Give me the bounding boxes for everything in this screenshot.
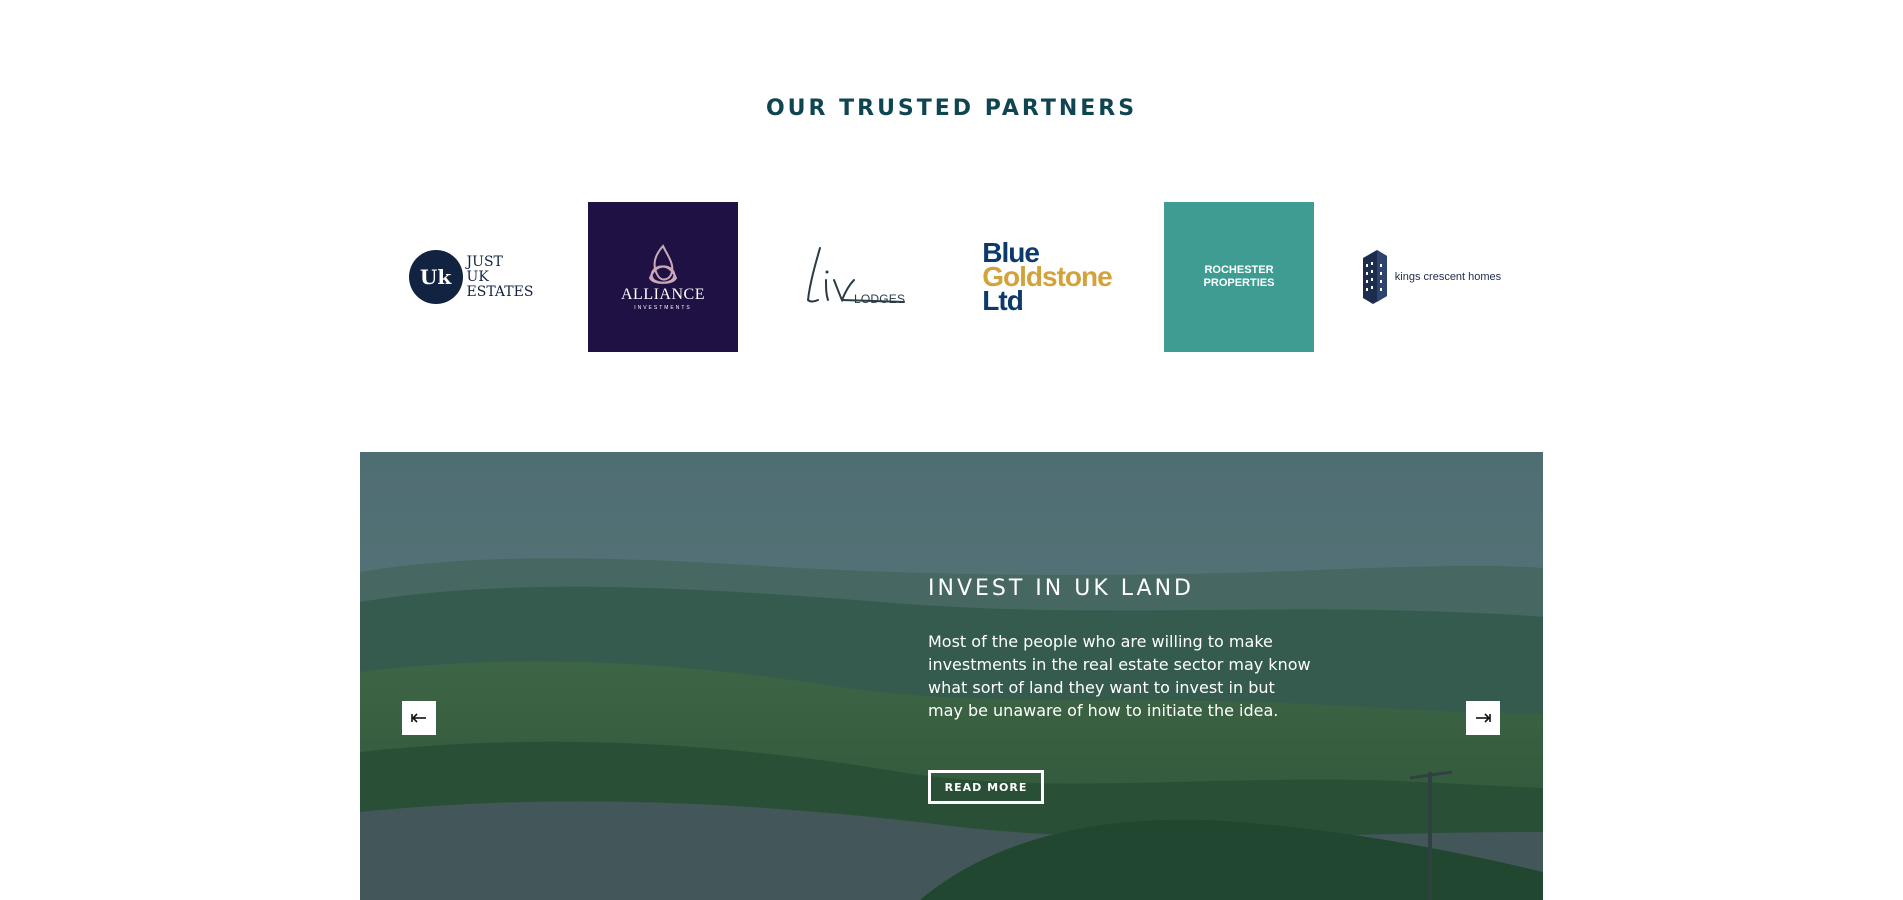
slider-next-button[interactable] <box>1466 701 1500 735</box>
rochester-line: ROCHESTER <box>1204 264 1274 276</box>
partner-logo-blue-goldstone[interactable]: Blue Goldstone Ltd <box>972 202 1122 352</box>
arrow-right-icon <box>1476 713 1491 723</box>
hero-slider: INVEST IN UK LAND Most of the people who… <box>360 452 1543 900</box>
partner-logo-liv-lodges[interactable]: LODGES <box>780 202 930 352</box>
arrow-left-icon <box>411 713 426 723</box>
liv-lodges-subtitle: LODGES <box>854 292 906 306</box>
just-uk-estates-mark: Uk <box>408 250 463 304</box>
alliance-knot-icon <box>648 243 678 284</box>
just-uk-estates-line: JUST <box>466 253 503 270</box>
just-uk-estates-line: ESTATES <box>466 283 534 300</box>
alliance-name: ALLIANCE <box>621 285 705 303</box>
kings-crescent-name: kings crescent homes <box>1394 271 1502 283</box>
page: OUR TRUSTED PARTNERS Uk JUST UK ESTATES … <box>0 0 1903 900</box>
hero-description: Most of the people who are willing to ma… <box>928 632 1311 720</box>
partner-logo-rochester-properties[interactable]: ROCHESTER PROPERTIES <box>1164 202 1314 352</box>
partners-title: OUR TRUSTED PARTNERS <box>765 96 1138 121</box>
alliance-subtitle: INVESTMENTS <box>634 304 692 311</box>
partner-logo-alliance-investments[interactable]: ALLIANCE INVESTMENTS <box>588 202 738 352</box>
building-icon <box>1362 250 1387 304</box>
hero-title: INVEST IN UK LAND <box>928 576 1194 601</box>
partner-logo-just-uk-estates[interactable]: Uk JUST UK ESTATES <box>396 202 546 352</box>
rochester-line: PROPERTIES <box>1203 277 1275 289</box>
slider-prev-button[interactable] <box>402 701 436 735</box>
blue-goldstone-line: Ltd <box>982 285 1024 316</box>
partner-logo-kings-crescent-homes[interactable]: kings crescent homes <box>1356 202 1506 352</box>
read-more-button[interactable]: READ MORE <box>928 770 1044 804</box>
just-uk-estates-line: UK <box>466 268 489 285</box>
